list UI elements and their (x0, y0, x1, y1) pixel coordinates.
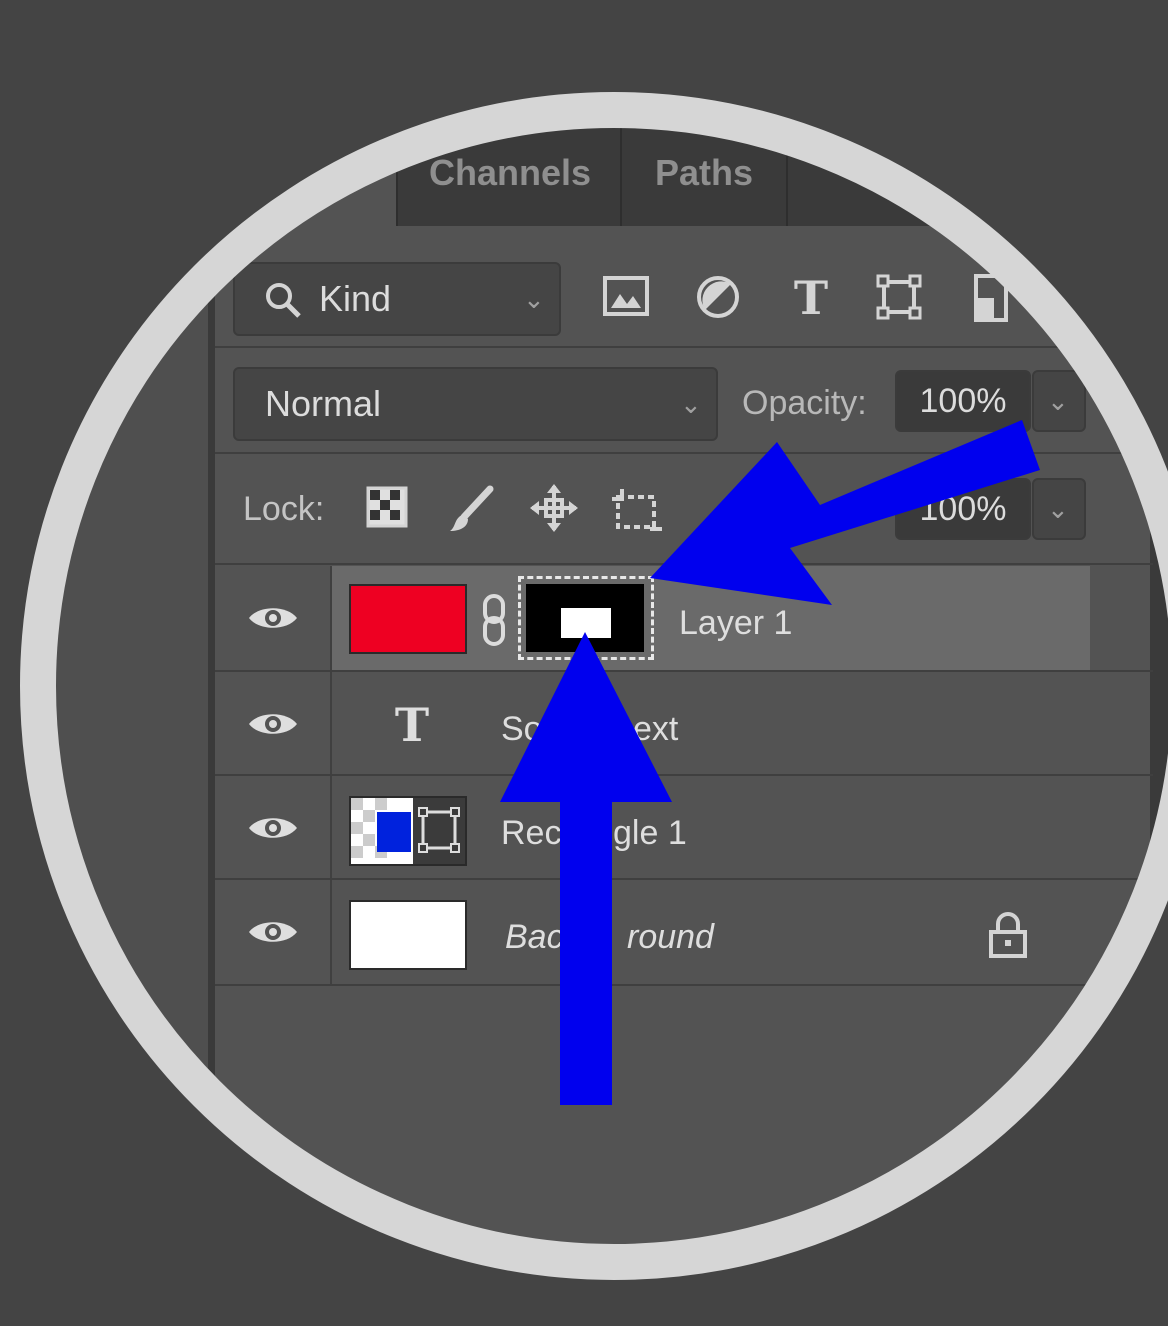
layers-panel-zoom: ers Channels Paths ≡ Kind ⌄ T Normal ⌄ O… (0, 0, 1168, 1325)
zoom-ring (20, 92, 1168, 1280)
